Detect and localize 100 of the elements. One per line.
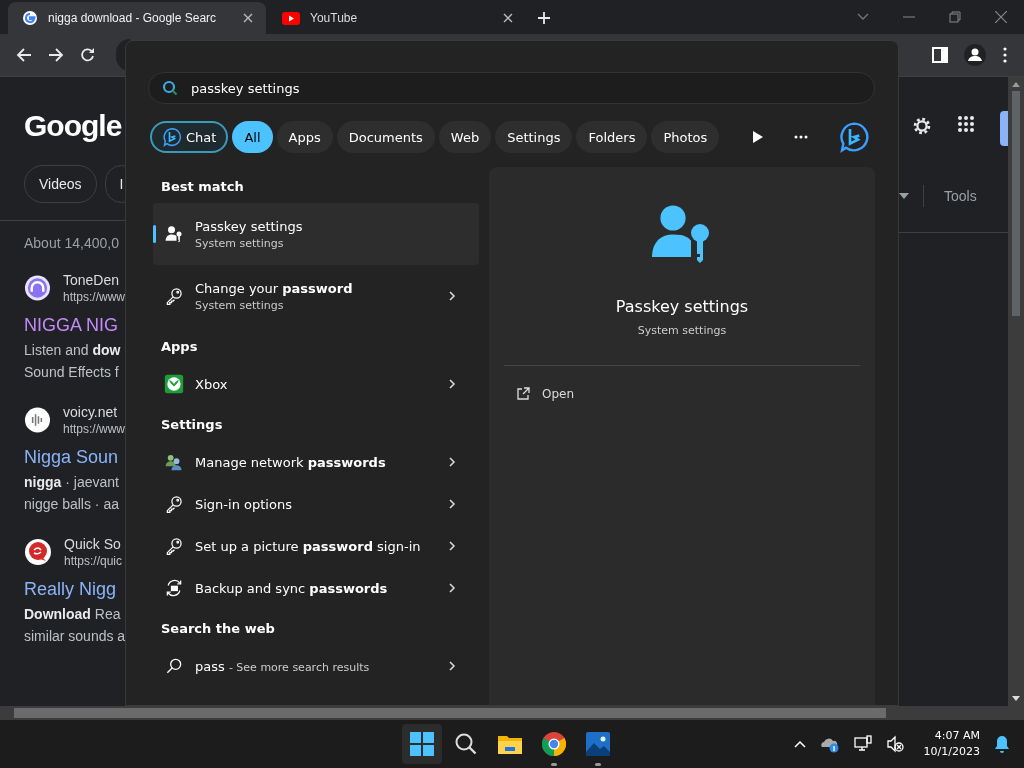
chevron-right-icon (447, 498, 457, 510)
key-icon (164, 536, 184, 556)
people-icon (164, 452, 184, 472)
key-icon (164, 286, 184, 306)
result-item[interactable]: Xbox (153, 363, 479, 405)
result-snippet: nigge balls · aa (24, 495, 120, 514)
play-icon[interactable] (752, 130, 764, 144)
muted-speaker-icon[interactable] (885, 735, 904, 753)
filter-tab[interactable]: Documents (336, 121, 435, 153)
section-heading: Apps (160, 338, 199, 356)
horizontal-scrollbar[interactable] (0, 706, 1024, 720)
open-external-icon (516, 387, 530, 401)
section-heading: Settings (160, 416, 224, 434)
vertical-scrollbar[interactable] (1008, 77, 1024, 706)
result-item[interactable]: Sign-in options (153, 483, 479, 525)
youtube-icon (282, 11, 300, 25)
key-icon (164, 494, 184, 514)
menu-icon[interactable] (1002, 47, 1008, 63)
scrollbar-thumb[interactable] (1012, 91, 1020, 316)
reload-icon[interactable] (80, 47, 96, 63)
result-title-link[interactable]: Nigga Soun (24, 443, 125, 471)
filter-tab[interactable]: All (232, 121, 273, 153)
preview-subtitle: System settings (637, 324, 727, 337)
chevron-right-icon (447, 540, 457, 552)
caret-icon[interactable] (899, 193, 909, 199)
xbox-icon (164, 374, 184, 394)
site-name: ToneDen (63, 271, 121, 289)
date-text: 10/1/2023 (923, 744, 980, 760)
windows-logo-icon (410, 732, 434, 756)
apps-grid-icon[interactable] (957, 115, 975, 133)
tab-search-icon[interactable] (857, 13, 869, 21)
open-button[interactable]: Open (516, 387, 575, 401)
browser-tab[interactable]: YouTube (268, 2, 526, 34)
item-title: Manage network passwords (195, 454, 387, 470)
result-title-link[interactable]: NIGGA NIG (24, 311, 125, 339)
new-tab-icon[interactable] (536, 10, 552, 26)
close-icon[interactable] (995, 11, 1007, 23)
scrollbar-thumb[interactable] (14, 708, 886, 718)
result-snippet: Sound Effects f (24, 363, 120, 382)
speech-bubble-icon (24, 538, 52, 566)
chevron-up-icon[interactable] (793, 740, 806, 748)
preview-title: Passkey settings (615, 297, 749, 316)
filter-tab[interactable]: Chat (150, 121, 229, 153)
section-heading: Search the web (160, 620, 276, 638)
back-icon[interactable] (16, 47, 32, 63)
chat-bubble-icon (838, 121, 870, 153)
settings-icon[interactable] (911, 115, 933, 137)
search-icon (454, 732, 478, 756)
search-icon (164, 656, 184, 676)
item-title: Backup and sync passwords (195, 580, 389, 596)
browser-tab[interactable]: nigga download - Google Searc (8, 2, 266, 34)
item-title: pass - See more search results (195, 658, 371, 674)
more-icon[interactable] (794, 135, 808, 139)
result-snippet: similar sounds a (24, 627, 125, 646)
item-title: Change your password (195, 280, 354, 296)
taskbar-button[interactable] (402, 724, 442, 764)
profile-icon[interactable] (964, 44, 986, 66)
google-icon (22, 10, 38, 26)
scroll-down-icon[interactable] (1012, 696, 1020, 702)
search-field[interactable]: passkey settings (148, 72, 875, 104)
result-snippet: Listen and dow (24, 341, 122, 360)
filter-tab[interactable]: Web (438, 121, 492, 153)
google-logo[interactable]: Google (24, 109, 125, 143)
sync-icon (164, 578, 184, 598)
forward-icon[interactable] (48, 47, 64, 63)
headphones-icon (24, 274, 51, 302)
bell-icon[interactable] (994, 735, 1010, 753)
photos-icon (586, 732, 610, 756)
result-item[interactable]: Backup and sync passwords (153, 567, 479, 609)
chat-bubble-icon (162, 127, 182, 147)
tools-button[interactable]: Tools (938, 188, 983, 204)
person-key-icon (164, 224, 184, 244)
result-url: https://www (63, 421, 125, 437)
item-title: Passkey settings (195, 218, 304, 234)
filter-tab[interactable]: Apps (276, 121, 333, 153)
result-title-link[interactable]: Really Nigg (24, 575, 125, 603)
side-panel-icon[interactable] (932, 47, 948, 63)
result-url: https://quic (64, 553, 123, 569)
section-heading: Best match (160, 178, 245, 196)
site-name: voicy.net (63, 403, 119, 421)
filter-tab[interactable]: Folders (576, 121, 648, 153)
sound-bars-icon (24, 406, 51, 434)
network-icon[interactable] (853, 735, 872, 753)
result-item[interactable]: Set up a picture password sign-in (153, 525, 479, 567)
filter-tab[interactable]: Settings (495, 121, 573, 153)
chevron-right-icon (447, 456, 457, 468)
chevron-right-icon (447, 660, 457, 672)
restore-icon[interactable] (949, 11, 961, 23)
result-item[interactable]: pass - See more search results (153, 645, 479, 687)
item-subtitle: System settings (195, 236, 285, 250)
clock[interactable]: 4:07 AM 10/1/2023 (923, 728, 980, 760)
item-title: Xbox (195, 376, 229, 392)
result-item[interactable]: Manage network passwords (153, 441, 479, 483)
filter-tab[interactable]: Photos (651, 121, 720, 153)
result-snippet: Download Rea (24, 605, 122, 624)
result-item[interactable]: Change your password System settings (153, 265, 479, 327)
chevron-right-icon (447, 378, 457, 390)
chevron-right-icon (447, 582, 457, 594)
scroll-up-icon[interactable] (1012, 81, 1020, 87)
result-item[interactable]: Passkey settings System settings (153, 203, 479, 265)
